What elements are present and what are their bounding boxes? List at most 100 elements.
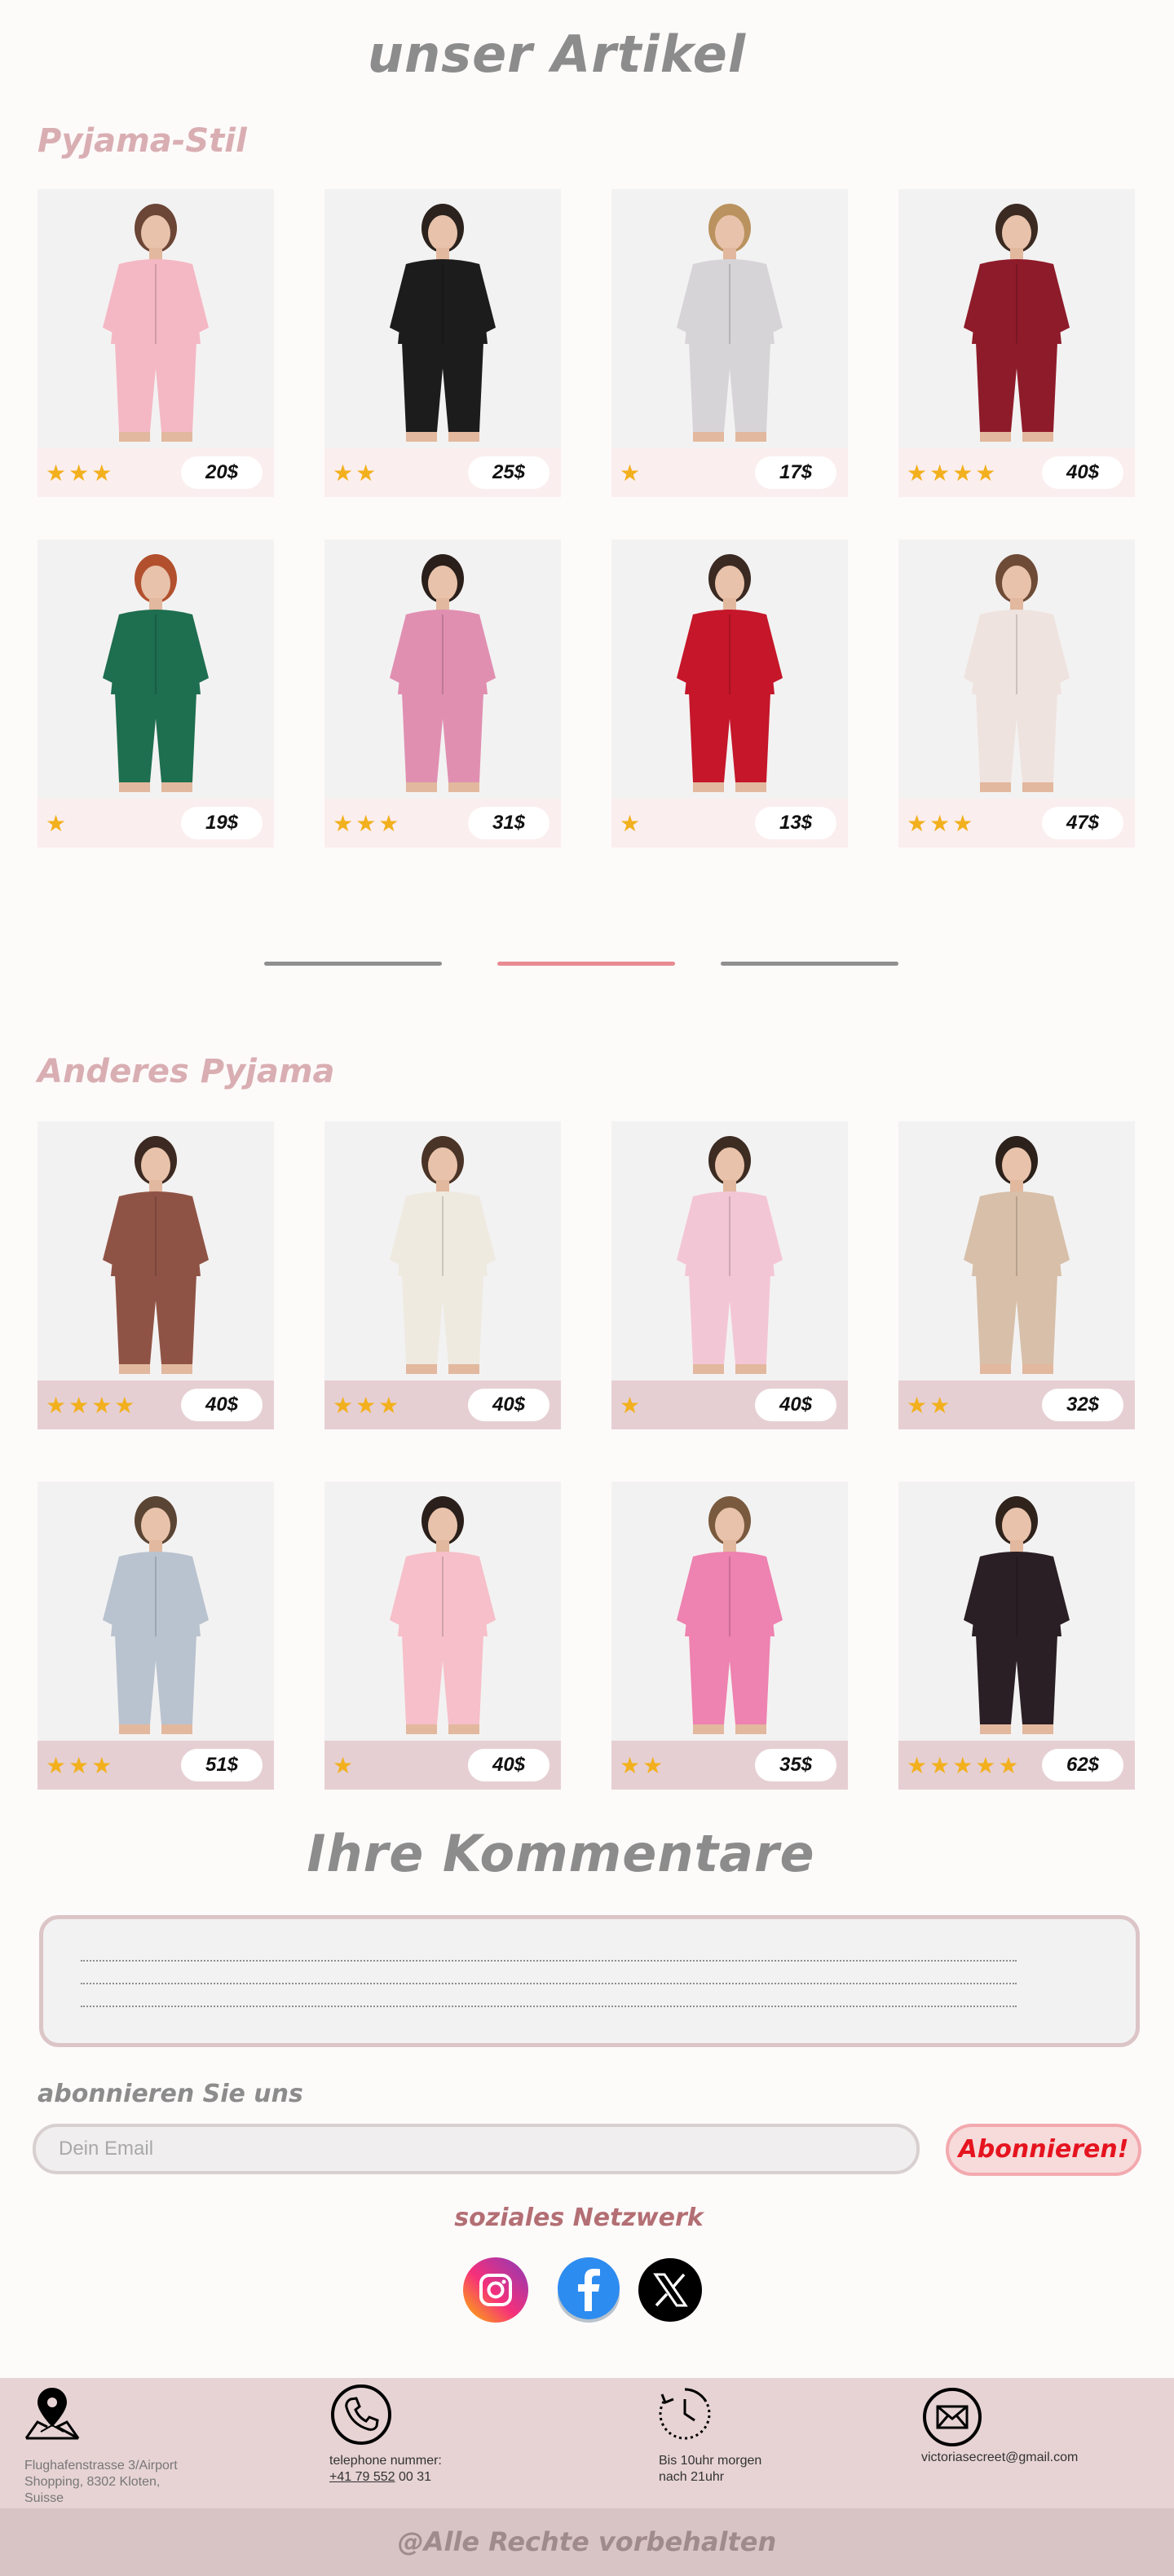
price-badge[interactable]: 40$ bbox=[755, 1389, 836, 1421]
product-card[interactable]: ★★ 35$ bbox=[611, 1482, 848, 1790]
section-title-anderes-pyjama: Anderes Pyjama bbox=[38, 1053, 335, 1090]
address-line: Shopping, 8302 Kloten, bbox=[24, 2475, 161, 2489]
price-badge[interactable]: 17$ bbox=[755, 456, 836, 489]
price-badge[interactable]: 62$ bbox=[1042, 1749, 1123, 1781]
footer-hours: Bis 10uhr morgen nach 21uhr bbox=[659, 2453, 761, 2486]
product-image[interactable] bbox=[38, 1482, 274, 1741]
email-input[interactable] bbox=[33, 2124, 920, 2174]
price-badge[interactable]: 13$ bbox=[755, 807, 836, 839]
facebook-icon[interactable] bbox=[554, 2256, 623, 2324]
phone-number-rest: 00 31 bbox=[395, 2470, 432, 2484]
phone-number-link[interactable]: +41 79 552 bbox=[329, 2470, 395, 2484]
price-badge[interactable]: 40$ bbox=[1042, 456, 1123, 489]
price-badge[interactable]: 40$ bbox=[181, 1389, 263, 1421]
price-badge[interactable]: 40$ bbox=[468, 1749, 549, 1781]
footer-email[interactable]: victoriasecreet@gmail.com bbox=[921, 2450, 1078, 2466]
product-card[interactable]: ★★ 25$ bbox=[324, 189, 561, 497]
product-card[interactable]: ★★★ 47$ bbox=[898, 539, 1135, 848]
price-badge[interactable]: 51$ bbox=[181, 1749, 263, 1781]
product-info-bar: ★ 40$ bbox=[611, 1380, 848, 1429]
rating-stars: ★★★★ bbox=[46, 1393, 138, 1418]
product-card[interactable]: ★ 40$ bbox=[611, 1121, 848, 1429]
comment-line bbox=[81, 1983, 1017, 1984]
product-card[interactable]: ★ 17$ bbox=[611, 189, 848, 497]
rating-stars: ★ bbox=[46, 811, 69, 836]
address-line: Suisse bbox=[24, 2491, 64, 2505]
product-image[interactable] bbox=[898, 1121, 1135, 1380]
product-image[interactable] bbox=[38, 1121, 274, 1380]
rating-stars: ★ bbox=[620, 1393, 643, 1418]
price-badge[interactable]: 40$ bbox=[468, 1389, 549, 1421]
hours-line: nach 21uhr bbox=[659, 2470, 725, 2484]
pager-dot-2-active[interactable] bbox=[497, 962, 675, 966]
product-card[interactable]: ★★★★ 40$ bbox=[898, 189, 1135, 497]
product-info-bar: ★★ 32$ bbox=[898, 1380, 1135, 1429]
phone-label: telephone nummer: bbox=[329, 2454, 442, 2468]
social-title: soziales Netzwerk bbox=[454, 2204, 704, 2232]
product-info-bar: ★★★★★ 62$ bbox=[898, 1741, 1135, 1790]
product-image[interactable] bbox=[611, 539, 848, 799]
product-image[interactable] bbox=[898, 1482, 1135, 1741]
product-card[interactable]: ★★★ 51$ bbox=[38, 1482, 274, 1790]
price-badge[interactable]: 31$ bbox=[468, 807, 549, 839]
product-image[interactable] bbox=[324, 539, 561, 799]
product-card[interactable]: ★★★ 20$ bbox=[38, 189, 274, 497]
pager-dot-1[interactable] bbox=[264, 962, 442, 966]
product-card[interactable]: ★ 19$ bbox=[38, 539, 274, 848]
section-title-pyjama-stil: Pyjama-Stil bbox=[38, 122, 247, 160]
rating-stars: ★★★ bbox=[333, 1393, 402, 1418]
price-badge[interactable]: 19$ bbox=[181, 807, 263, 839]
rating-stars: ★ bbox=[620, 811, 643, 836]
product-image[interactable] bbox=[324, 1121, 561, 1380]
product-info-bar: ★★★ 20$ bbox=[38, 448, 274, 497]
product-image[interactable] bbox=[898, 189, 1135, 448]
product-image[interactable] bbox=[324, 1482, 561, 1741]
map-location-icon bbox=[24, 2388, 80, 2440]
envelope-icon bbox=[923, 2388, 982, 2446]
x-icon[interactable] bbox=[638, 2257, 703, 2323]
hours-line: Bis 10uhr morgen bbox=[659, 2454, 762, 2468]
rating-stars: ★★ bbox=[907, 1393, 953, 1418]
product-info-bar: ★ 17$ bbox=[611, 448, 848, 497]
copyright: @Alle Rechte vorbehalten bbox=[0, 2508, 1174, 2576]
price-badge[interactable]: 32$ bbox=[1042, 1389, 1123, 1421]
subscribe-title: abonnieren Sie uns bbox=[38, 2080, 303, 2108]
pager-dot-3[interactable] bbox=[721, 962, 898, 966]
rating-stars: ★★★ bbox=[46, 1753, 115, 1778]
product-image[interactable] bbox=[38, 189, 274, 448]
product-card[interactable]: ★★★★ 40$ bbox=[38, 1121, 274, 1429]
product-image[interactable] bbox=[898, 539, 1135, 799]
product-card[interactable]: ★★★★★ 62$ bbox=[898, 1482, 1135, 1790]
subscribe-button[interactable]: Abonnieren! bbox=[946, 2124, 1141, 2176]
price-badge[interactable]: 20$ bbox=[181, 456, 263, 489]
instagram-icon[interactable] bbox=[461, 2256, 530, 2324]
price-badge[interactable]: 47$ bbox=[1042, 807, 1123, 839]
product-image[interactable] bbox=[611, 189, 848, 448]
product-card[interactable]: ★★★ 40$ bbox=[324, 1121, 561, 1429]
price-badge[interactable]: 25$ bbox=[468, 456, 549, 489]
rating-stars: ★★★★ bbox=[907, 460, 999, 486]
price-badge[interactable]: 35$ bbox=[755, 1749, 836, 1781]
product-card[interactable]: ★ 40$ bbox=[324, 1482, 561, 1790]
product-card[interactable]: ★ 13$ bbox=[611, 539, 848, 848]
footer: Flughafenstrasse 3/Airport Shopping, 830… bbox=[0, 2378, 1174, 2508]
comment-textarea[interactable] bbox=[39, 1915, 1140, 2047]
product-info-bar: ★★★ 51$ bbox=[38, 1741, 274, 1790]
product-info-bar: ★★★★ 40$ bbox=[38, 1380, 274, 1429]
phone-number[interactable]: +41 79 552 00 31 bbox=[329, 2469, 442, 2486]
phone-icon bbox=[331, 2384, 391, 2445]
product-info-bar: ★★★★ 40$ bbox=[898, 448, 1135, 497]
product-image[interactable] bbox=[324, 189, 561, 448]
comments-title: Ihre Kommentare bbox=[307, 1824, 815, 1883]
product-image[interactable] bbox=[38, 539, 274, 799]
product-image[interactable] bbox=[611, 1482, 848, 1741]
clock-icon bbox=[659, 2388, 711, 2440]
product-card[interactable]: ★★ 32$ bbox=[898, 1121, 1135, 1429]
page-title: unser Artikel bbox=[367, 24, 747, 84]
product-info-bar: ★ 19$ bbox=[38, 799, 274, 848]
product-card[interactable]: ★★★ 31$ bbox=[324, 539, 561, 848]
product-info-bar: ★★★ 40$ bbox=[324, 1380, 561, 1429]
footer-phone: telephone nummer: +41 79 552 00 31 bbox=[329, 2453, 442, 2486]
product-image[interactable] bbox=[611, 1121, 848, 1380]
rating-stars: ★★★ bbox=[46, 460, 115, 486]
